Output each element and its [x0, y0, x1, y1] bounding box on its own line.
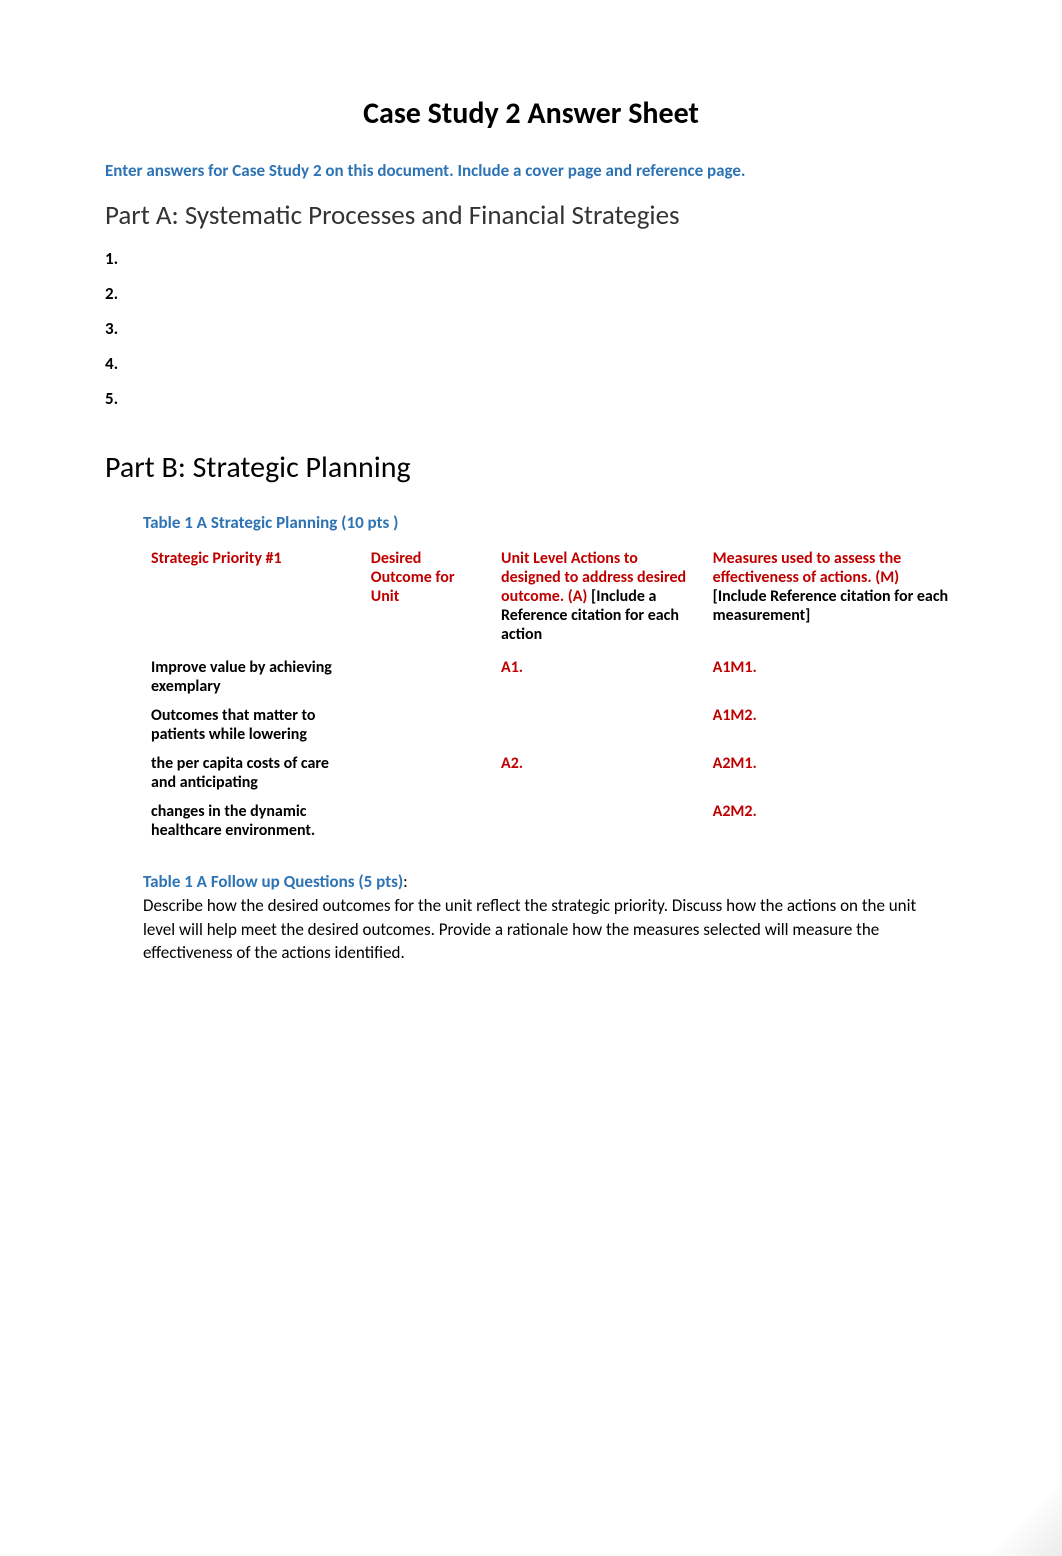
list-item: 2. [105, 283, 957, 304]
list-item: 3. [105, 318, 957, 339]
header-desired-outcome: Desired Outcome for Unit [363, 545, 493, 654]
followup-body: Describe how the desired outcomes for th… [143, 894, 947, 965]
measure-cell: A2M1. [705, 750, 957, 798]
list-item: 1. [105, 248, 957, 269]
page-shadow-corner [982, 1476, 1062, 1556]
table-row: the per capita costs of care and anticip… [143, 750, 957, 798]
header-unit-actions: Unit Level Actions to designed to addres… [493, 545, 705, 654]
action-cell [493, 798, 705, 846]
header-strategic-priority: Strategic Priority #1 [143, 545, 363, 654]
followup-label: Table 1 A Follow up Questions (5 pts) [143, 871, 403, 892]
outcome-cell [363, 798, 493, 846]
table-header-row: Strategic Priority #1 Desired Outcome fo… [143, 545, 957, 654]
part-a-list: 1. 2. 3. 4. 5. [105, 248, 957, 409]
header-measures: Measures used to assess the effectivenes… [705, 545, 957, 654]
table-caption: Table 1 A Strategic Planning (10 pts ) [143, 512, 957, 533]
header-measures-black: [Include Reference citation for each mea… [713, 587, 948, 625]
outcome-cell [363, 750, 493, 798]
list-item: 5. [105, 388, 957, 409]
page-title: Case Study 2 Answer Sheet [105, 95, 957, 132]
followup-block: Table 1 A Follow up Questions (5 pts): D… [105, 870, 957, 965]
priority-cell: changes in the dynamic healthcare enviro… [143, 798, 363, 846]
measure-cell: A1M2. [705, 702, 957, 750]
priority-cell: the per capita costs of care and anticip… [143, 750, 363, 798]
followup-paragraph: Table 1 A Follow up Questions (5 pts): [143, 870, 947, 894]
part-b-heading: Part B: Strategic Planning [105, 449, 957, 486]
table-row: changes in the dynamic healthcare enviro… [143, 798, 957, 846]
outcome-cell [363, 702, 493, 750]
outcome-cell [363, 654, 493, 702]
measure-cell: A2M2. [705, 798, 957, 846]
strategic-table: Strategic Priority #1 Desired Outcome fo… [143, 545, 957, 846]
part-a-heading: Part A: Systematic Processes and Financi… [105, 199, 957, 232]
priority-cell: Improve value by achieving exemplary [143, 654, 363, 702]
header-measures-red: Measures used to assess the effectivenes… [713, 549, 902, 587]
table-row: Improve value by achieving exemplary A1.… [143, 654, 957, 702]
table-row: Outcomes that matter to patients while l… [143, 702, 957, 750]
priority-cell: Outcomes that matter to patients while l… [143, 702, 363, 750]
measure-cell: A1M1. [705, 654, 957, 702]
instruction-text: Enter answers for Case Study 2 on this d… [105, 160, 957, 181]
list-item: 4. [105, 353, 957, 374]
action-cell: A1. [493, 654, 705, 702]
followup-colon: : [403, 871, 408, 892]
action-cell [493, 702, 705, 750]
action-cell: A2. [493, 750, 705, 798]
